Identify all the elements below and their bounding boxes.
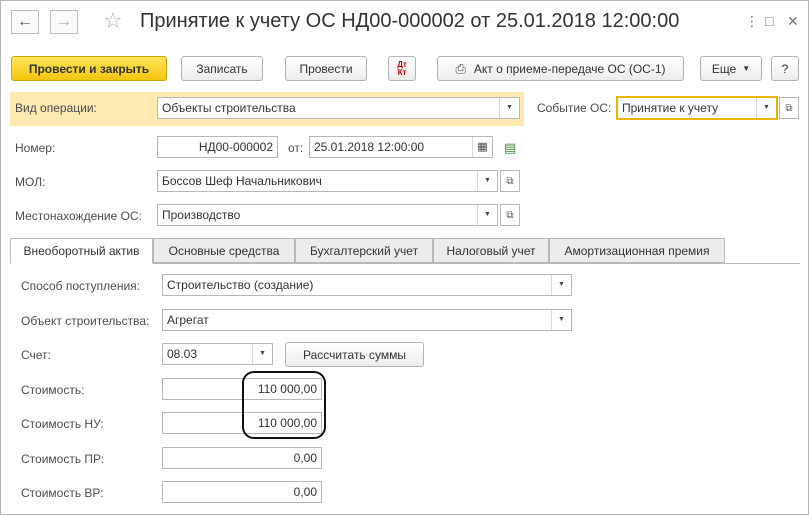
forward-button[interactable]: → (50, 10, 78, 34)
arrow-right-icon: → (56, 13, 72, 30)
post-button[interactable]: Провести (285, 56, 367, 81)
tab-panel (10, 263, 800, 516)
mol-label: МОЛ: (15, 175, 46, 189)
open-icon[interactable]: ⧉ (779, 97, 799, 119)
tab-tax-accounting[interactable]: Налоговый учет (433, 238, 549, 263)
chevron-down-icon[interactable]: ▼ (252, 344, 272, 364)
receipt-method-label: Способ поступления: (21, 279, 140, 293)
vertical-dots-icon[interactable]: ⋮ (745, 13, 759, 30)
open-icon[interactable]: ⧉ (500, 170, 520, 192)
history-icon[interactable]: ▤ (504, 140, 516, 156)
save-button[interactable]: Записать (181, 56, 263, 81)
event-field[interactable]: Принятие к учету ▼ (616, 96, 778, 120)
back-button[interactable]: ← (11, 10, 39, 34)
calculate-sums-button[interactable]: Рассчитать суммы (285, 342, 424, 367)
operation-label: Вид операции: (15, 101, 97, 115)
account-field[interactable]: 08.03 ▼ (162, 343, 273, 365)
printer-icon: ⎙ (455, 60, 466, 76)
tab-noncurrent-asset[interactable]: Внеоборотный актив (10, 238, 153, 264)
location-field[interactable]: Производство ▼ (157, 204, 498, 226)
dtkt-bottom: Кт (397, 67, 407, 77)
cost-pr-label: Стоимость ПР: (21, 452, 105, 466)
star-icon[interactable]: ☆ (103, 8, 123, 34)
date-value: 25.01.2018 12:00:00 (314, 140, 425, 154)
emphasis-outline (242, 371, 326, 439)
chevron-down-icon[interactable]: ▼ (551, 275, 571, 295)
more-label: Еще (711, 61, 737, 76)
chevron-down-icon: ▼ (742, 64, 751, 73)
number-label: Номер: (15, 141, 56, 155)
tab-accounting[interactable]: Бухгалтерский учет (295, 238, 433, 263)
account-label: Счет: (21, 348, 51, 362)
maximize-icon[interactable]: □ (765, 13, 773, 29)
act-print-button[interactable]: ⎙ Акт о приеме-передаче ОС (ОС-1) (437, 56, 684, 81)
more-button[interactable]: Еще ▼ (700, 56, 762, 81)
location-label: Местонахождение ОС: (15, 209, 142, 223)
arrow-left-icon: ← (17, 13, 33, 30)
tab-depreciation-bonus[interactable]: Амортизационная премия (549, 238, 725, 263)
chevron-down-icon[interactable]: ▼ (477, 171, 497, 191)
date-field[interactable]: 25.01.2018 12:00:00 ▦ (309, 136, 493, 158)
chevron-down-icon[interactable]: ▼ (477, 205, 497, 225)
construction-object-label: Объект строительства: (21, 314, 150, 328)
post-and-close-button[interactable]: Провести и закрыть (11, 56, 167, 81)
cost-vr-field[interactable]: 0,00 (162, 481, 322, 503)
construction-object-value: Агрегат (167, 313, 209, 327)
location-value: Производство (162, 208, 241, 222)
operation-value: Объекты строительства (162, 101, 296, 115)
operation-field[interactable]: Объекты строительства ▼ (157, 97, 520, 119)
mol-field[interactable]: Боссов Шеф Начальникович ▼ (157, 170, 498, 192)
act-print-label: Акт о приеме-передаче ОС (ОС-1) (473, 61, 666, 76)
number-field[interactable]: НД00-000002 (157, 136, 278, 158)
account-value: 08.03 (167, 347, 198, 361)
cost-vr-label: Стоимость ВР: (21, 486, 104, 500)
dtkt-button[interactable]: Дт Кт (388, 56, 416, 81)
help-button[interactable]: ? (771, 56, 799, 81)
chevron-down-icon[interactable]: ▼ (551, 310, 571, 330)
close-icon[interactable]: ✕ (787, 13, 799, 30)
cost-label: Стоимость: (21, 383, 85, 397)
cost-pr-field[interactable]: 0,00 (162, 447, 322, 469)
event-value: Принятие к учету (622, 101, 719, 115)
event-label: Событие ОС: (537, 101, 612, 115)
cost-nu-label: Стоимость НУ: (21, 417, 104, 431)
receipt-method-field[interactable]: Строительство (создание) ▼ (162, 274, 572, 296)
receipt-method-value: Строительство (создание) (167, 278, 314, 292)
date-label: от: (288, 141, 304, 155)
document-window: ← → ☆ Принятие к учету ОС НД00-000002 от… (0, 0, 809, 515)
tab-fixed-assets[interactable]: Основные средства (153, 238, 295, 263)
calendar-icon[interactable]: ▦ (472, 137, 492, 157)
chevron-down-icon[interactable]: ▼ (756, 98, 776, 118)
chevron-down-icon[interactable]: ▼ (499, 98, 519, 118)
open-icon[interactable]: ⧉ (500, 204, 520, 226)
page-title: Принятие к учету ОС НД00-000002 от 25.01… (140, 10, 680, 32)
construction-object-field[interactable]: Агрегат ▼ (162, 309, 572, 331)
dtkt-icon: Дт Кт (397, 60, 407, 77)
mol-value: Боссов Шеф Начальникович (162, 174, 322, 188)
